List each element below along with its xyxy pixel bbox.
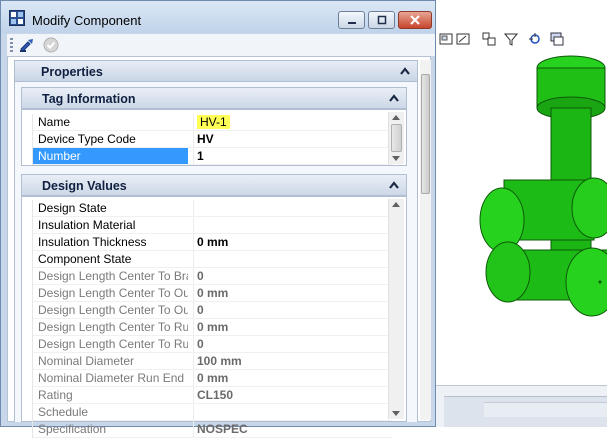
modify-component-window: Modify Component Properties Tag Informat… (0, 0, 436, 438)
properties-title: Properties (41, 65, 103, 79)
view-fit-icon[interactable] (439, 32, 453, 46)
property-label: Rating (38, 388, 73, 402)
property-value[interactable]: CL150 (197, 388, 233, 402)
view-rotate-icon[interactable] (528, 32, 542, 46)
property-row[interactable]: Rating CL150 (33, 387, 393, 404)
property-value[interactable]: HV-1 (197, 115, 230, 129)
property-row[interactable]: Schedule (33, 404, 393, 421)
view-display-icon[interactable] (550, 32, 564, 46)
property-row[interactable]: Design Length Center To Run End 0 (33, 336, 393, 353)
window-title: Modify Component (32, 13, 142, 28)
maximize-icon (377, 15, 386, 25)
property-label: Name (38, 115, 71, 129)
property-label: Design State (38, 201, 107, 215)
property-row[interactable]: Insulation Material (33, 217, 393, 234)
design-values-grid: Design State Insulation Material Insulatio… (21, 196, 407, 438)
view-window-icon[interactable] (456, 32, 470, 46)
collapse-chevron-icon[interactable] (388, 93, 400, 103)
property-label: Device Type Code (38, 132, 136, 146)
property-value[interactable]: NOSPEC (197, 422, 248, 436)
property-label: Design Length Center To Branch (38, 269, 188, 283)
apply-icon[interactable] (19, 37, 35, 53)
property-label: Nominal Diameter (38, 354, 135, 368)
property-row[interactable]: Device Type Code HV (33, 131, 393, 148)
property-label: Nominal Diameter Run End (38, 371, 185, 385)
property-value[interactable]: 0 mm (197, 320, 228, 334)
property-row[interactable]: Name HV-1 (33, 114, 393, 131)
property-label: Design Length Center To Outlet (38, 286, 188, 300)
close-button[interactable] (398, 11, 432, 29)
property-label: Insulation Material (38, 218, 136, 232)
valve-model[interactable] (472, 50, 607, 320)
property-label: Design Length Center To Run End (38, 337, 188, 351)
property-row[interactable]: Number 1 (33, 148, 393, 165)
app-icon (9, 10, 25, 26)
property-label: Specification (38, 422, 107, 436)
property-grid: Design State Insulation Material Insulatio… (32, 200, 393, 438)
properties-panel: Properties Tag Information Name HV-1 Devic… (7, 56, 431, 438)
collapse-chevron-icon[interactable] (399, 66, 411, 76)
property-value[interactable]: 0 (197, 337, 204, 351)
property-row[interactable]: Nominal Diameter 100 mm (33, 353, 393, 370)
property-value[interactable]: 0 mm (197, 286, 228, 300)
property-value[interactable]: HV (197, 132, 214, 146)
close-icon (410, 15, 420, 25)
highlighted-value: HV-1 (197, 115, 230, 129)
property-label: Number (33, 148, 188, 164)
property-label: Design Length Center To Outlet (38, 303, 188, 317)
view-filter-icon[interactable] (504, 32, 518, 46)
view-clip-icon[interactable] (482, 32, 496, 46)
collapse-chevron-icon[interactable] (388, 180, 400, 190)
property-value[interactable]: 0 mm (197, 371, 228, 385)
maximize-button[interactable] (368, 11, 395, 29)
viewport-toolbar (436, 28, 607, 50)
viewport-status-area (436, 385, 607, 427)
minimize-icon (347, 22, 356, 24)
dialog-toolbar (7, 34, 435, 56)
property-value[interactable]: 100 mm (197, 354, 242, 368)
property-row[interactable]: Design Length Center To Outlet 0 mm (33, 285, 393, 302)
property-row[interactable]: Design Length Center To Outlet 0 (33, 302, 393, 319)
property-label: Design Length Center To Run End (38, 320, 188, 334)
tag-scrollbar[interactable] (388, 112, 404, 164)
3d-viewport[interactable] (436, 0, 607, 427)
toolbar-grip[interactable] (10, 38, 13, 52)
property-value[interactable]: 0 (197, 303, 204, 317)
property-row[interactable]: Design Length Center To Run End 0 mm (33, 319, 393, 336)
property-label: Insulation Thickness (38, 235, 147, 249)
check-disabled-icon (43, 37, 59, 53)
property-label: Schedule (38, 405, 89, 419)
property-value[interactable]: 0 mm (197, 235, 228, 249)
property-row[interactable]: Design Length Center To Branch 0 (33, 268, 393, 285)
property-row[interactable]: Component State (33, 251, 393, 268)
design-values-title: Design Values (42, 179, 127, 193)
property-row[interactable]: Nominal Diameter Run End 0 mm (33, 370, 393, 387)
property-value[interactable]: 0 (197, 269, 204, 283)
property-grid: Name HV-1 Device Type Code HV Number 1 (32, 114, 393, 165)
property-label: Component State (38, 252, 132, 266)
property-row[interactable]: Specification NOSPEC (33, 421, 393, 438)
properties-scrollbar[interactable] (420, 60, 431, 420)
properties-body: Tag Information Name HV-1 Device Type Code… (14, 82, 418, 438)
tag-information-grid: Name HV-1 Device Type Code HV Number 1 (21, 109, 407, 166)
tag-information-header[interactable]: Tag Information (21, 87, 407, 109)
tag-information-title: Tag Information (42, 92, 136, 106)
design-values-header[interactable]: Design Values (21, 174, 407, 196)
property-row[interactable]: Insulation Thickness 0 mm (33, 234, 393, 251)
minimize-button[interactable] (338, 11, 365, 29)
property-value[interactable]: 1 (197, 149, 204, 163)
properties-header[interactable]: Properties (14, 60, 418, 82)
property-row[interactable]: Design State (33, 200, 393, 217)
design-scrollbar[interactable] (388, 199, 404, 419)
title-bar[interactable]: Modify Component (1, 1, 435, 33)
